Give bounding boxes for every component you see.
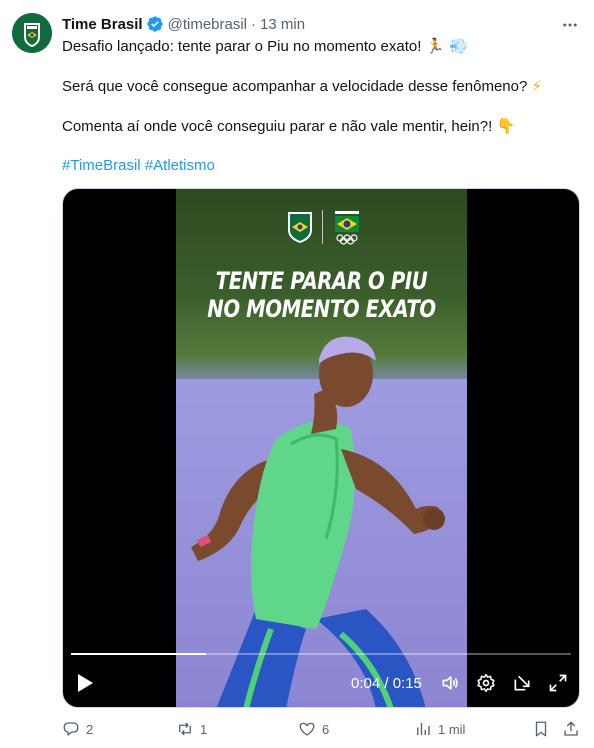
more-button[interactable] [560, 15, 580, 35]
repost-count: 1 [200, 721, 208, 737]
video-time-readout: 0:04 / 0:15 [351, 674, 422, 692]
hashtags: #TimeBrasil #Atletismo [62, 156, 215, 176]
video-progress-fill [71, 653, 206, 655]
repost-button[interactable]: 1 [176, 718, 207, 740]
reply-icon [63, 722, 79, 736]
display-name[interactable]: Time Brasil [62, 16, 143, 33]
play-icon [78, 674, 93, 692]
lightning-emoji: ⚡ [531, 77, 543, 95]
reply-button[interactable]: 2 [62, 718, 93, 740]
time-brasil-logo [12, 13, 52, 53]
like-button[interactable]: 6 [298, 718, 329, 740]
runner-emoji: 🏃 💨 [425, 37, 468, 55]
share-button[interactable] [562, 718, 580, 740]
verified-badge-icon [146, 16, 163, 32]
hashtag-link[interactable]: #TimeBrasil [62, 157, 141, 174]
repost-icon [179, 722, 191, 736]
tweet-text: Comenta aí onde você conseguiu parar e n… [62, 118, 493, 135]
popout-button[interactable] [511, 671, 533, 695]
popout-icon [514, 675, 530, 691]
pointing-down-emoji: 👇 [496, 117, 516, 135]
volume-button[interactable] [439, 671, 461, 695]
settings-icon [477, 673, 495, 693]
runner-illustration [191, 336, 445, 707]
timestamp[interactable]: 13 min [260, 16, 305, 33]
tweet-text-line: Será que você consegue acompanhar a velo… [62, 76, 542, 97]
tweet-text: Será que você consegue acompanhar a velo… [62, 78, 528, 95]
bookmark-icon [535, 721, 547, 737]
views-icon [417, 723, 430, 735]
user-handle[interactable]: @timebrasil [168, 16, 247, 33]
settings-button[interactable] [475, 671, 497, 695]
play-button[interactable] [73, 671, 97, 695]
share-icon [564, 721, 578, 736]
view-count: 1 mil [438, 721, 466, 737]
tweet-actions: 2 1 6 1 mil [62, 718, 580, 740]
fullscreen-icon [549, 674, 567, 692]
tweet[interactable]: Time Brasil @timebrasil · 13 min Desafio… [0, 0, 594, 748]
like-icon [299, 722, 315, 736]
volume-icon [442, 676, 458, 690]
more-icon [563, 23, 577, 27]
fullscreen-button[interactable] [547, 671, 569, 695]
tweet-text-line: Desafio lançado: tente parar o Piu no mo… [62, 36, 468, 57]
tweet-text: Desafio lançado: tente parar o Piu no mo… [62, 38, 422, 55]
views-button[interactable]: 1 mil [414, 718, 465, 740]
reply-count: 2 [86, 721, 94, 737]
hashtag-link[interactable]: #Atletismo [145, 157, 215, 174]
like-count: 6 [322, 721, 330, 737]
video-frame: TENTE PARAR O PIU NO MOMENTO EXATO [176, 189, 467, 707]
tweet-text-line: Comenta aí onde você conseguiu parar e n… [62, 116, 515, 137]
video-progress-bar[interactable] [71, 653, 571, 655]
separator: · [251, 15, 257, 33]
tweet-header: Time Brasil @timebrasil · 13 min [62, 14, 305, 34]
bookmark-button[interactable] [532, 718, 550, 740]
video-player[interactable]: TENTE PARAR O PIU NO MOMENTO EXATO 0:04 … [62, 188, 580, 708]
avatar[interactable] [12, 13, 52, 53]
